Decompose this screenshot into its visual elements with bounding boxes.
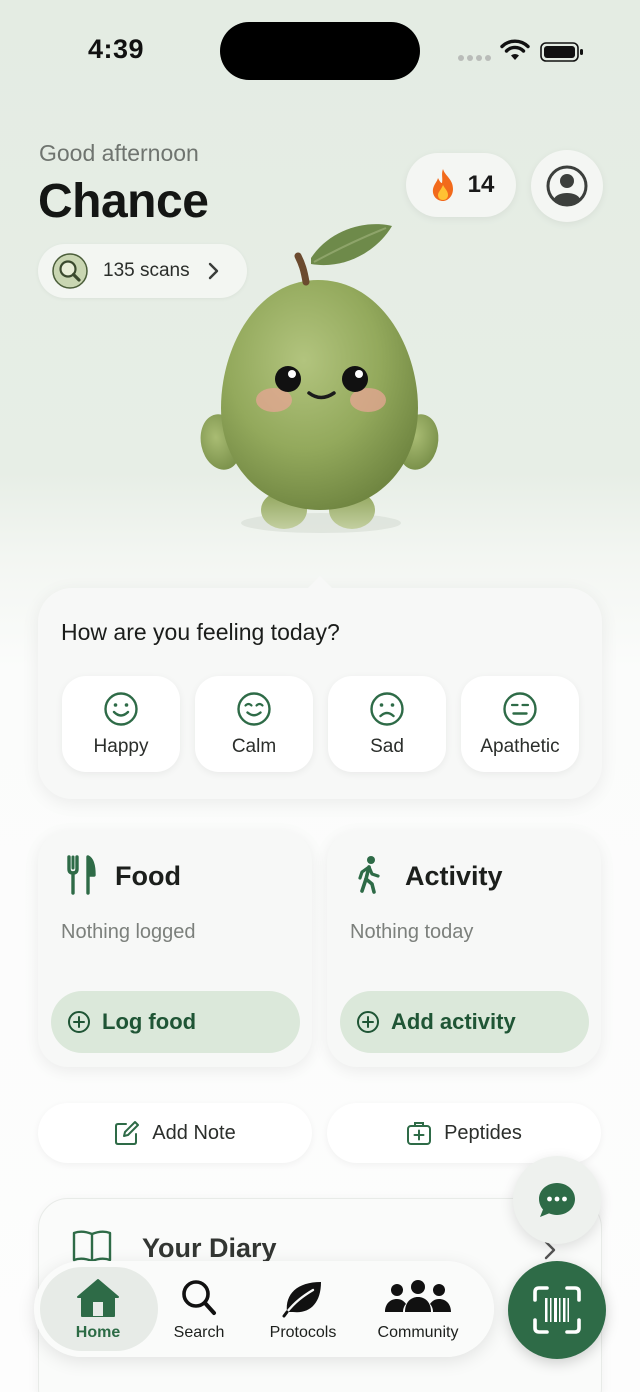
- mood-option-label: Calm: [231, 736, 277, 757]
- streak-badge[interactable]: 14: [406, 153, 516, 217]
- chat-button[interactable]: [513, 1156, 601, 1244]
- add-activity-button[interactable]: Add activity: [340, 991, 589, 1053]
- activity-status: Nothing today: [350, 921, 474, 943]
- walking-icon: [358, 856, 380, 894]
- edit-note-icon: [115, 1121, 140, 1145]
- mood-question: How are you feeling today?: [61, 619, 340, 645]
- mood-option-sad[interactable]: Sad: [328, 676, 446, 772]
- tab-home[interactable]: Home: [67, 1278, 129, 1342]
- mood-option-label: Happy: [93, 736, 149, 757]
- tab-label: Home: [75, 1324, 121, 1341]
- peptides-label: Peptides: [444, 1121, 522, 1144]
- neutral-face-icon: [503, 692, 537, 726]
- calm-face-icon: [237, 692, 271, 726]
- mood-option-calm[interactable]: Calm: [195, 676, 313, 772]
- streak-count: 14: [467, 171, 495, 198]
- people-icon: [385, 1280, 451, 1312]
- tab-label: Protocols: [269, 1324, 337, 1341]
- peptides-button[interactable]: Peptides: [327, 1103, 601, 1163]
- cellular-signal-icon: [458, 55, 492, 61]
- tab-search[interactable]: Search: [164, 1278, 234, 1342]
- olive-mascot: [200, 224, 439, 533]
- status-time: 4:39: [88, 34, 145, 64]
- scan-barcode-button[interactable]: [508, 1261, 606, 1359]
- tab-community[interactable]: Community: [370, 1278, 466, 1342]
- mood-option-happy[interactable]: Happy: [62, 676, 180, 772]
- wifi-icon: [500, 39, 530, 60]
- battery-icon: [540, 42, 583, 62]
- leaf-icon: [282, 1282, 321, 1318]
- food-status: Nothing logged: [61, 921, 196, 943]
- plus-circle-icon: [357, 1011, 379, 1033]
- activity-title: Activity: [405, 861, 503, 891]
- log-food-label: Log food: [102, 1009, 197, 1034]
- user-name: Chance: [38, 175, 209, 228]
- dynamic-island: [220, 22, 420, 80]
- profile-button[interactable]: [531, 150, 603, 222]
- log-food-button[interactable]: Log food: [51, 991, 300, 1053]
- tab-label: Community: [377, 1324, 459, 1341]
- chat-bubble-icon: [539, 1183, 575, 1217]
- greeting-text: Good afternoon: [39, 140, 199, 166]
- add-note-label: Add Note: [152, 1121, 236, 1144]
- book-icon: [72, 1230, 112, 1263]
- search-icon: [182, 1280, 216, 1315]
- fire-icon: [432, 169, 453, 201]
- medical-kit-icon: [407, 1122, 432, 1145]
- add-activity-label: Add activity: [391, 1009, 516, 1034]
- mood-card-pointer: [306, 576, 334, 590]
- scans-count-label: 135 scans: [103, 260, 190, 281]
- tab-label: Search: [173, 1324, 225, 1341]
- mood-option-apathetic[interactable]: Apathetic: [461, 676, 579, 772]
- add-note-button[interactable]: Add Note: [38, 1103, 312, 1163]
- food-title: Food: [115, 861, 181, 891]
- sad-face-icon: [370, 692, 404, 726]
- barcode-scan-icon: [533, 1286, 581, 1334]
- plus-circle-icon: [68, 1011, 90, 1033]
- tab-protocols[interactable]: Protocols: [262, 1278, 344, 1342]
- smile-icon: [104, 692, 138, 726]
- mood-option-label: Apathetic: [480, 736, 560, 757]
- user-avatar-icon: [546, 165, 588, 207]
- home-icon: [77, 1279, 119, 1317]
- utensils-icon: [67, 855, 96, 895]
- mood-option-label: Sad: [370, 736, 404, 757]
- magnifier-badge-icon: [52, 253, 88, 289]
- diary-title: Your Diary: [142, 1233, 277, 1263]
